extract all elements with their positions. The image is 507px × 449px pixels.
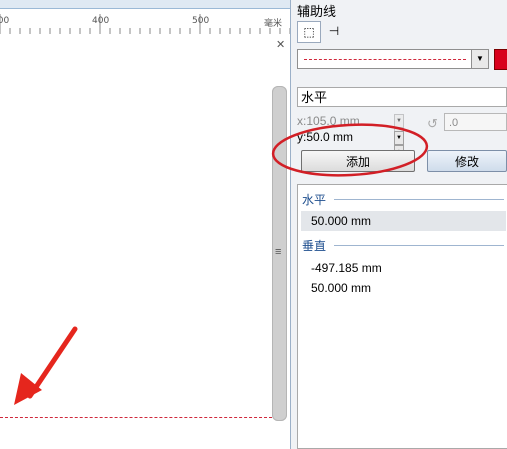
docker-title: 辅助线: [297, 4, 337, 19]
guide-color-swatch[interactable]: [494, 49, 507, 70]
red-arrow-annotation: [14, 326, 78, 405]
angle-input[interactable]: .0: [444, 113, 507, 131]
y-coordinate-row: y:50.0 mm: [297, 130, 382, 144]
spin-down-icon[interactable]: ▼: [394, 131, 404, 145]
chevron-down-icon[interactable]: ▼: [471, 50, 488, 68]
list-item[interactable]: 50.000 mm: [311, 281, 371, 295]
arrow-head: [14, 373, 42, 405]
rotate-icon: ↺: [427, 116, 438, 131]
line-style-preview: [304, 59, 466, 60]
guides-docker: 辅助线 ⬚ ⊣ ▼ 水平 x:105.0 mm ▼▲ y:50.0 mm ▼▲ …: [291, 0, 507, 449]
line-style-select[interactable]: ▼: [297, 49, 489, 69]
x-spinner[interactable]: ▼▲: [394, 114, 412, 142]
vertical-group-header: 垂直: [302, 239, 327, 253]
guides-view-icon[interactable]: ⬚: [297, 21, 321, 43]
list-item-selected[interactable]: 50.000 mm: [301, 211, 506, 231]
modify-button[interactable]: 修改: [427, 150, 507, 172]
guide-list[interactable]: 水平 50.000 mm 垂直 -497.185 mm 50.000 mm: [297, 184, 507, 449]
snap-guides-icon[interactable]: ⊣: [323, 21, 345, 41]
group-divider: [334, 245, 504, 246]
y-coordinate-input[interactable]: 50.0 mm: [306, 130, 382, 144]
y-label: y:: [297, 130, 307, 144]
x-coordinate-input[interactable]: 105.0 mm: [306, 114, 382, 128]
list-item[interactable]: -497.185 mm: [311, 261, 382, 275]
y-spinner[interactable]: ▼▲: [394, 131, 412, 159]
add-button[interactable]: 添加: [301, 150, 415, 172]
group-divider: [334, 199, 504, 200]
guide-type-select[interactable]: 水平: [297, 87, 507, 107]
horizontal-group-header: 水平: [302, 193, 327, 207]
spin-down-icon[interactable]: ▼: [394, 114, 404, 128]
x-coordinate-row: x:105.0 mm: [297, 114, 382, 128]
x-label: x:: [297, 114, 307, 128]
